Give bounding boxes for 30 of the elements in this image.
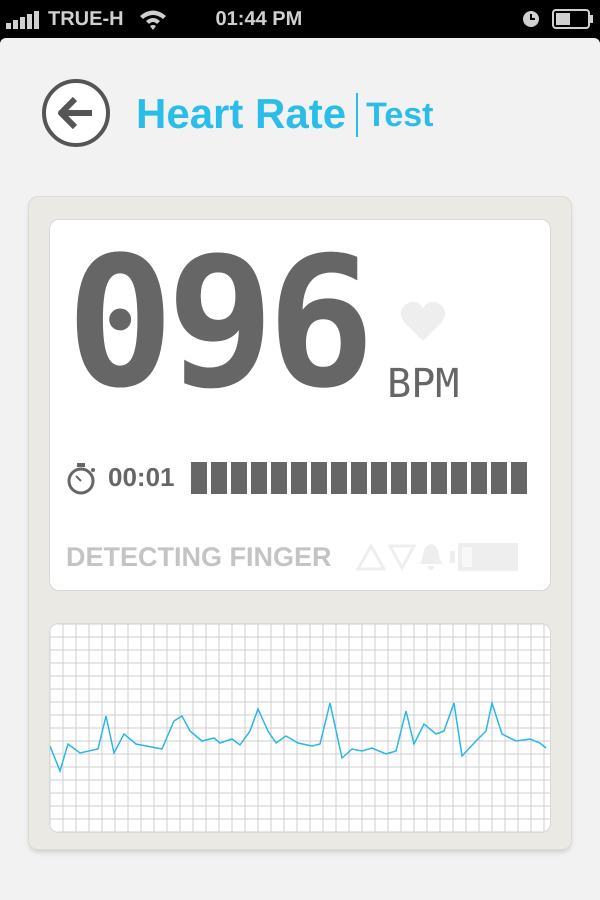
battery-icon	[552, 9, 594, 29]
status-message: DETECTING FINGER	[66, 541, 332, 574]
page-subtitle: Test	[356, 93, 434, 137]
page-title: Heart Rate	[136, 88, 348, 138]
bpm-unit: BPM	[387, 364, 460, 404]
clock-time: 01:44 PM	[216, 7, 302, 32]
heart-rate-reading: 096	[66, 234, 368, 414]
progress-segment	[430, 462, 446, 494]
elapsed-time: 00:01	[108, 461, 174, 494]
progress-segment	[210, 462, 226, 494]
alarm-clock-icon	[522, 10, 540, 28]
left-arrow-icon	[58, 97, 94, 129]
progress-segment	[490, 462, 506, 494]
progress-segment	[450, 462, 466, 494]
progress-segment	[290, 462, 306, 494]
progress-segment	[310, 462, 326, 494]
progress-segment	[510, 462, 526, 494]
progress-segment	[230, 462, 246, 494]
progress-segment	[350, 462, 366, 494]
progress-segment	[370, 462, 386, 494]
stopwatch-icon	[66, 460, 98, 494]
wifi-icon	[138, 8, 168, 30]
carrier-name: TRUE-H	[48, 7, 124, 32]
progress-segment	[470, 462, 486, 494]
progress-segment	[390, 462, 406, 494]
progress-segment	[270, 462, 286, 494]
progress-segment	[330, 462, 346, 494]
progress-segment	[250, 462, 266, 494]
progress-segment	[410, 462, 426, 494]
progress-segment	[190, 462, 206, 494]
